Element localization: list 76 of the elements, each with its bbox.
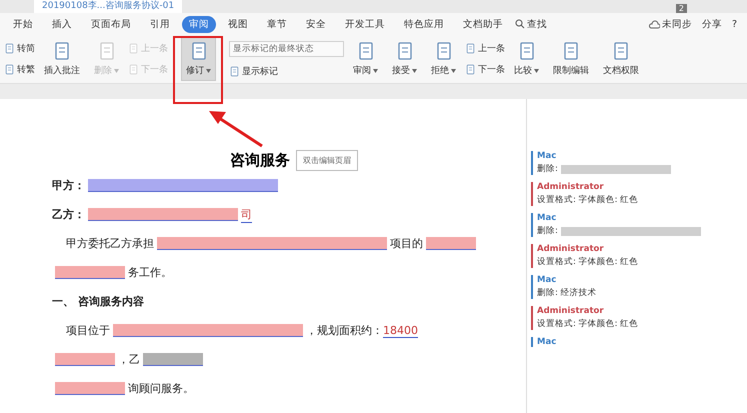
menu-tab[interactable]: 插入	[45, 16, 79, 32]
document-title: 咨询服务	[230, 150, 290, 170]
arrow-annotation	[208, 110, 264, 148]
ribbon-button[interactable]: 转繁	[4, 63, 35, 76]
sync-button[interactable]: 未同步	[648, 18, 692, 30]
comment-text: 删除:	[537, 163, 558, 175]
ribbon-button[interactable]: 限制编辑	[548, 37, 594, 81]
ribbon-button[interactable]: 显示标记	[229, 64, 278, 78]
ribbon-button[interactable]: 拒绝	[426, 37, 461, 81]
document-text: 询顾问服务。	[128, 381, 194, 396]
menu-tab[interactable]: 开始	[6, 16, 40, 32]
comment-author: Mac	[537, 213, 558, 223]
inserted-text: 司	[241, 206, 252, 222]
markup-select[interactable]: 显示标记的最终状态	[229, 40, 344, 56]
document-tab[interactable]: 20190108李...咨询服务协议-01	[34, 0, 182, 13]
document-text: 一、 咨询服务内容	[52, 294, 144, 309]
document-icon	[465, 64, 476, 75]
comment-card[interactable]: Administrator 设置格式: 字体颜色: 红色	[531, 306, 741, 330]
count-badge: 2	[676, 4, 687, 13]
comment-author: Administrator	[537, 244, 605, 254]
document-icon	[4, 64, 15, 75]
comment-text: 删除: 经济技术	[537, 287, 597, 299]
menu-tab[interactable]: 视图	[221, 16, 255, 32]
ribbon-button[interactable]: 插入批注	[39, 37, 85, 81]
document-text: 乙方：	[52, 207, 85, 222]
inserted-text: 18400	[383, 324, 418, 338]
comment-text: 设置格式: 字体颜色: 红色	[537, 256, 638, 268]
menu-tab[interactable]: 引用	[143, 16, 177, 32]
ribbon-button[interactable]: 上一条	[465, 42, 505, 55]
comment-card[interactable]: Mac	[531, 337, 741, 347]
comment-card[interactable]: Mac 删除:	[531, 151, 741, 175]
comment-text: 删除:	[537, 225, 558, 237]
comment-author: Administrator	[537, 306, 605, 316]
comment-author: Mac	[537, 337, 558, 347]
cloud-icon	[648, 20, 660, 28]
header-tooltip: 双击编辑页眉	[296, 150, 358, 170]
document-text: 甲方：	[52, 178, 85, 193]
search-icon	[515, 19, 525, 29]
ribbon-button[interactable]: 修订	[181, 37, 216, 81]
menu-tab[interactable]: 审阅	[182, 16, 216, 32]
document-text: 甲方委托乙方承担	[66, 236, 154, 251]
ribbon-button[interactable]: 文档权限	[598, 37, 644, 81]
document-text: ，规划面积约：	[306, 323, 383, 338]
highlight-frame	[173, 36, 223, 104]
help-button[interactable]: ?	[732, 18, 737, 30]
document-icon	[465, 43, 476, 54]
document-text: 务工作。	[128, 265, 172, 280]
ribbon-button[interactable]: 比较	[509, 37, 544, 81]
menu-tab[interactable]: 文档助手	[456, 16, 510, 32]
document-icon	[229, 66, 240, 76]
document-text: 项目的	[390, 236, 423, 251]
comment-text: 设置格式: 字体颜色: 红色	[537, 318, 638, 330]
menu-tab[interactable]: 章节	[260, 16, 294, 32]
ribbon-button[interactable]: 审阅	[348, 37, 383, 81]
comment-card[interactable]: Mac 删除:	[531, 213, 741, 237]
document-icon	[128, 64, 139, 75]
comment-text: 设置格式: 字体颜色: 红色	[537, 194, 638, 206]
comment-author: Administrator	[537, 182, 605, 192]
menu-tab[interactable]: 开发工具	[338, 16, 392, 32]
menu-tab[interactable]: 页面布局	[84, 16, 138, 32]
document-text: ，乙	[118, 352, 140, 367]
ribbon-button[interactable]: 接受	[387, 37, 422, 81]
menu-tab[interactable]: 安全	[299, 16, 333, 32]
comment-author: Mac	[537, 151, 558, 161]
comment-author: Mac	[537, 275, 558, 285]
comment-card[interactable]: Mac 删除: 经济技术	[531, 275, 741, 299]
document-icon	[128, 43, 139, 54]
menu-tab[interactable]: 特色应用	[397, 16, 451, 32]
share-button[interactable]: 分享	[702, 18, 722, 30]
document-icon	[4, 43, 15, 54]
ribbon-button[interactable]: 下一条	[465, 63, 505, 76]
search-button[interactable]: 查找	[515, 18, 547, 30]
comment-card[interactable]: Administrator 设置格式: 字体颜色: 红色	[531, 244, 741, 268]
document-text: 项目位于	[66, 323, 110, 338]
comment-card[interactable]: Administrator 设置格式: 字体颜色: 红色	[531, 182, 741, 206]
ribbon-button[interactable]: 转简	[4, 42, 35, 55]
